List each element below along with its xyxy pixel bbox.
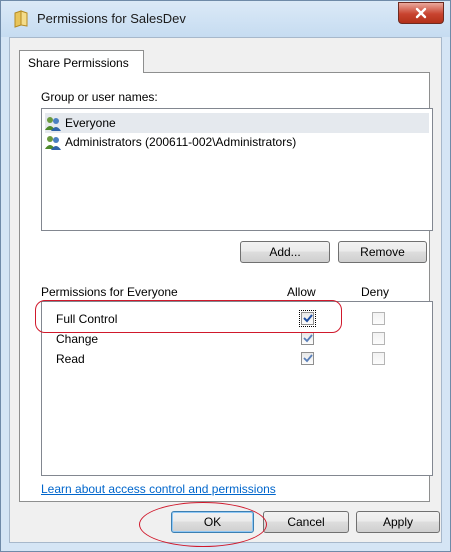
apply-button-label: Apply (382, 515, 414, 529)
remove-button[interactable]: Remove (338, 241, 427, 263)
user-list[interactable]: Everyone Administrators (200611-002\Admi… (41, 108, 433, 231)
permissions-label: Permissions for Everyone (41, 285, 178, 299)
remove-button-label: Remove (360, 245, 405, 259)
cancel-button-label: Cancel (287, 515, 325, 529)
list-item-administrators[interactable]: Administrators (200611-002\Administrator… (45, 132, 296, 152)
tab-share-permissions[interactable]: Share Permissions (19, 50, 144, 73)
checkmark-icon (302, 314, 313, 323)
window-title: Permissions for SalesDev (37, 11, 186, 26)
perm-name: Read (56, 352, 85, 366)
list-item-everyone[interactable]: Everyone (45, 113, 429, 133)
learn-more-link[interactable]: Learn about access control and permissio… (41, 482, 276, 496)
deny-header: Deny (361, 285, 390, 299)
perm-row-change: Change (42, 329, 432, 349)
users-group-icon (45, 116, 61, 131)
perm-name: Full Control (56, 312, 118, 326)
perm-row-read: Read (42, 349, 432, 369)
allow-checkbox-read[interactable] (301, 352, 314, 365)
list-item-label: Administrators (200611-002\Administrator… (65, 135, 297, 149)
allow-checkbox-change[interactable] (301, 332, 314, 345)
add-button-label: Add... (269, 245, 301, 259)
users-group-icon (45, 135, 61, 150)
deny-checkbox-read[interactable] (372, 352, 385, 365)
ok-button-label: OK (203, 515, 222, 529)
title-bar[interactable]: Permissions for SalesDev (1, 1, 450, 37)
permissions-list: Full Control Change Read (41, 301, 433, 476)
perm-name: Change (56, 332, 99, 346)
checkmark-icon (302, 354, 313, 363)
close-icon (415, 7, 427, 19)
ok-button[interactable]: OK (171, 511, 254, 533)
folder-icon (14, 10, 28, 28)
checkmark-icon (302, 334, 313, 343)
group-names-label: Group or user names: (41, 90, 158, 104)
list-item-label: Everyone (65, 116, 116, 130)
tab-label: Share Permissions (28, 56, 129, 70)
deny-checkbox-full-control[interactable] (372, 312, 385, 325)
add-button[interactable]: Add... (240, 241, 330, 263)
cancel-button[interactable]: Cancel (263, 511, 349, 533)
close-button[interactable] (398, 2, 444, 24)
apply-button[interactable]: Apply (356, 511, 440, 533)
perm-row-full-control: Full Control (42, 309, 432, 329)
allow-header: Allow (287, 285, 316, 299)
deny-checkbox-change[interactable] (372, 332, 385, 345)
allow-checkbox-full-control[interactable] (299, 310, 316, 327)
